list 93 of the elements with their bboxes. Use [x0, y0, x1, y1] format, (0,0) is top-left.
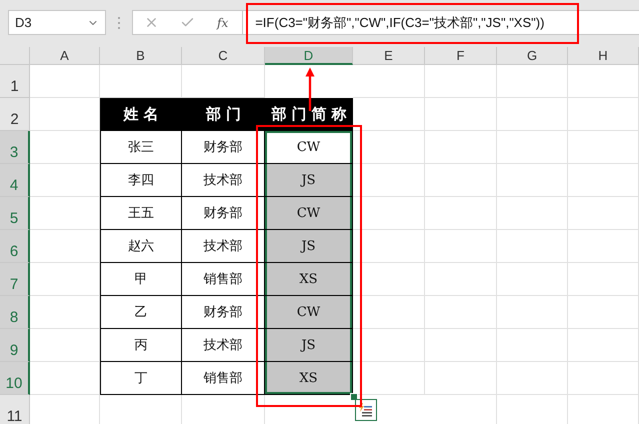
table-cell[interactable]: JS [265, 329, 353, 362]
grid-cell[interactable] [425, 131, 497, 164]
column-header[interactable]: C [182, 47, 265, 65]
table-cell: 技术部 [182, 164, 265, 197]
column-header[interactable]: A [30, 47, 100, 65]
grid-cell[interactable] [425, 362, 497, 395]
fill-handle[interactable] [350, 393, 358, 401]
grid-cell[interactable] [497, 263, 568, 296]
column-header[interactable]: H [568, 47, 639, 65]
table-cell: 赵六 [100, 230, 182, 263]
grid-cell[interactable] [497, 98, 568, 131]
grid-cell[interactable] [497, 329, 568, 362]
grid-cell[interactable] [568, 197, 639, 230]
row-header[interactable]: 8 [0, 296, 30, 329]
table-cell: 财务部 [182, 197, 265, 230]
grid-cell[interactable] [568, 98, 639, 131]
grid-cell[interactable] [425, 65, 497, 98]
row-header[interactable]: 1 [0, 65, 30, 98]
grid-cell[interactable] [568, 65, 639, 98]
column-header[interactable]: E [353, 47, 425, 65]
grid-cell[interactable] [425, 197, 497, 230]
table-cell: 销售部 [182, 362, 265, 395]
grid-cell[interactable] [353, 263, 425, 296]
grid-cell[interactable] [425, 230, 497, 263]
column-header[interactable]: F [425, 47, 497, 65]
column-header[interactable]: D [265, 47, 353, 65]
grid-cell[interactable] [568, 164, 639, 197]
table-header-cell: 姓名 [100, 98, 182, 131]
grid-cell[interactable] [425, 164, 497, 197]
formula-field[interactable]: =IF(C3="财务部","CW",IF(C3="技术部","JS","XS")) [242, 11, 544, 34]
grid-cell[interactable] [353, 98, 425, 131]
grid-cell[interactable] [568, 263, 639, 296]
column-header[interactable]: G [497, 47, 568, 65]
grid-cell[interactable] [497, 197, 568, 230]
table-cell[interactable]: XS [265, 362, 353, 395]
row-header[interactable]: 7 [0, 263, 30, 296]
grid-cell[interactable] [425, 263, 497, 296]
grid-cell[interactable] [497, 230, 568, 263]
grid-cell[interactable] [353, 296, 425, 329]
table-cell[interactable]: JS [265, 230, 353, 263]
table-cell[interactable]: CW [265, 131, 353, 164]
name-box[interactable]: D3 [8, 10, 106, 35]
grid-cell[interactable] [497, 164, 568, 197]
row-header[interactable]: 10 [0, 362, 30, 395]
grid-cell[interactable] [353, 164, 425, 197]
grid-cell[interactable] [425, 98, 497, 131]
grid-cell[interactable] [353, 329, 425, 362]
table-header-cell: 部门 [182, 98, 265, 131]
table-cell[interactable]: CW [265, 296, 353, 329]
grid-cell[interactable] [568, 329, 639, 362]
row-header[interactable]: 5 [0, 197, 30, 230]
insert-function-button[interactable]: fx [217, 16, 228, 30]
table-cell: 技术部 [182, 329, 265, 362]
table-cell: 销售部 [182, 263, 265, 296]
grid-cell[interactable] [497, 296, 568, 329]
grid-cell[interactable] [353, 65, 425, 98]
quick-analysis-icon[interactable] [355, 399, 377, 421]
grip-icon [117, 16, 121, 30]
table-cell: 甲 [100, 263, 182, 296]
table-cell: 丙 [100, 329, 182, 362]
table-cell: 张三 [100, 131, 182, 164]
table-cell: 技术部 [182, 230, 265, 263]
row-header[interactable]: 6 [0, 230, 30, 263]
table-cell: 财务部 [182, 296, 265, 329]
grid-cell[interactable] [425, 296, 497, 329]
grid-cell[interactable] [568, 296, 639, 329]
row-header[interactable]: 11 [0, 395, 30, 424]
table-cell[interactable]: CW [265, 197, 353, 230]
grid-cell[interactable] [568, 230, 639, 263]
grid-cell[interactable] [568, 131, 639, 164]
grid-cell[interactable] [353, 230, 425, 263]
grid-cell[interactable] [497, 362, 568, 395]
table-cell[interactable]: JS [265, 164, 353, 197]
table-cell: 乙 [100, 296, 182, 329]
table-cell: 王五 [100, 197, 182, 230]
column-header[interactable]: B [100, 47, 182, 65]
grid-cell[interactable] [353, 131, 425, 164]
grid-cell[interactable] [425, 329, 497, 362]
row-header[interactable]: 4 [0, 164, 30, 197]
grid-cell[interactable] [497, 131, 568, 164]
grid-cell[interactable] [353, 197, 425, 230]
table-cell: 财务部 [182, 131, 265, 164]
table-cell: 李四 [100, 164, 182, 197]
select-all-button[interactable] [0, 47, 30, 65]
table-cell[interactable]: XS [265, 263, 353, 296]
table-header-cell: 部门简称 [265, 98, 353, 131]
row-header[interactable]: 9 [0, 329, 30, 362]
row-header[interactable]: 2 [0, 98, 30, 131]
row-header[interactable]: 3 [0, 131, 30, 164]
grid-cell[interactable] [30, 65, 100, 98]
grid-cell[interactable] [568, 362, 639, 395]
grid-cell[interactable] [497, 65, 568, 98]
table-cell: 丁 [100, 362, 182, 395]
